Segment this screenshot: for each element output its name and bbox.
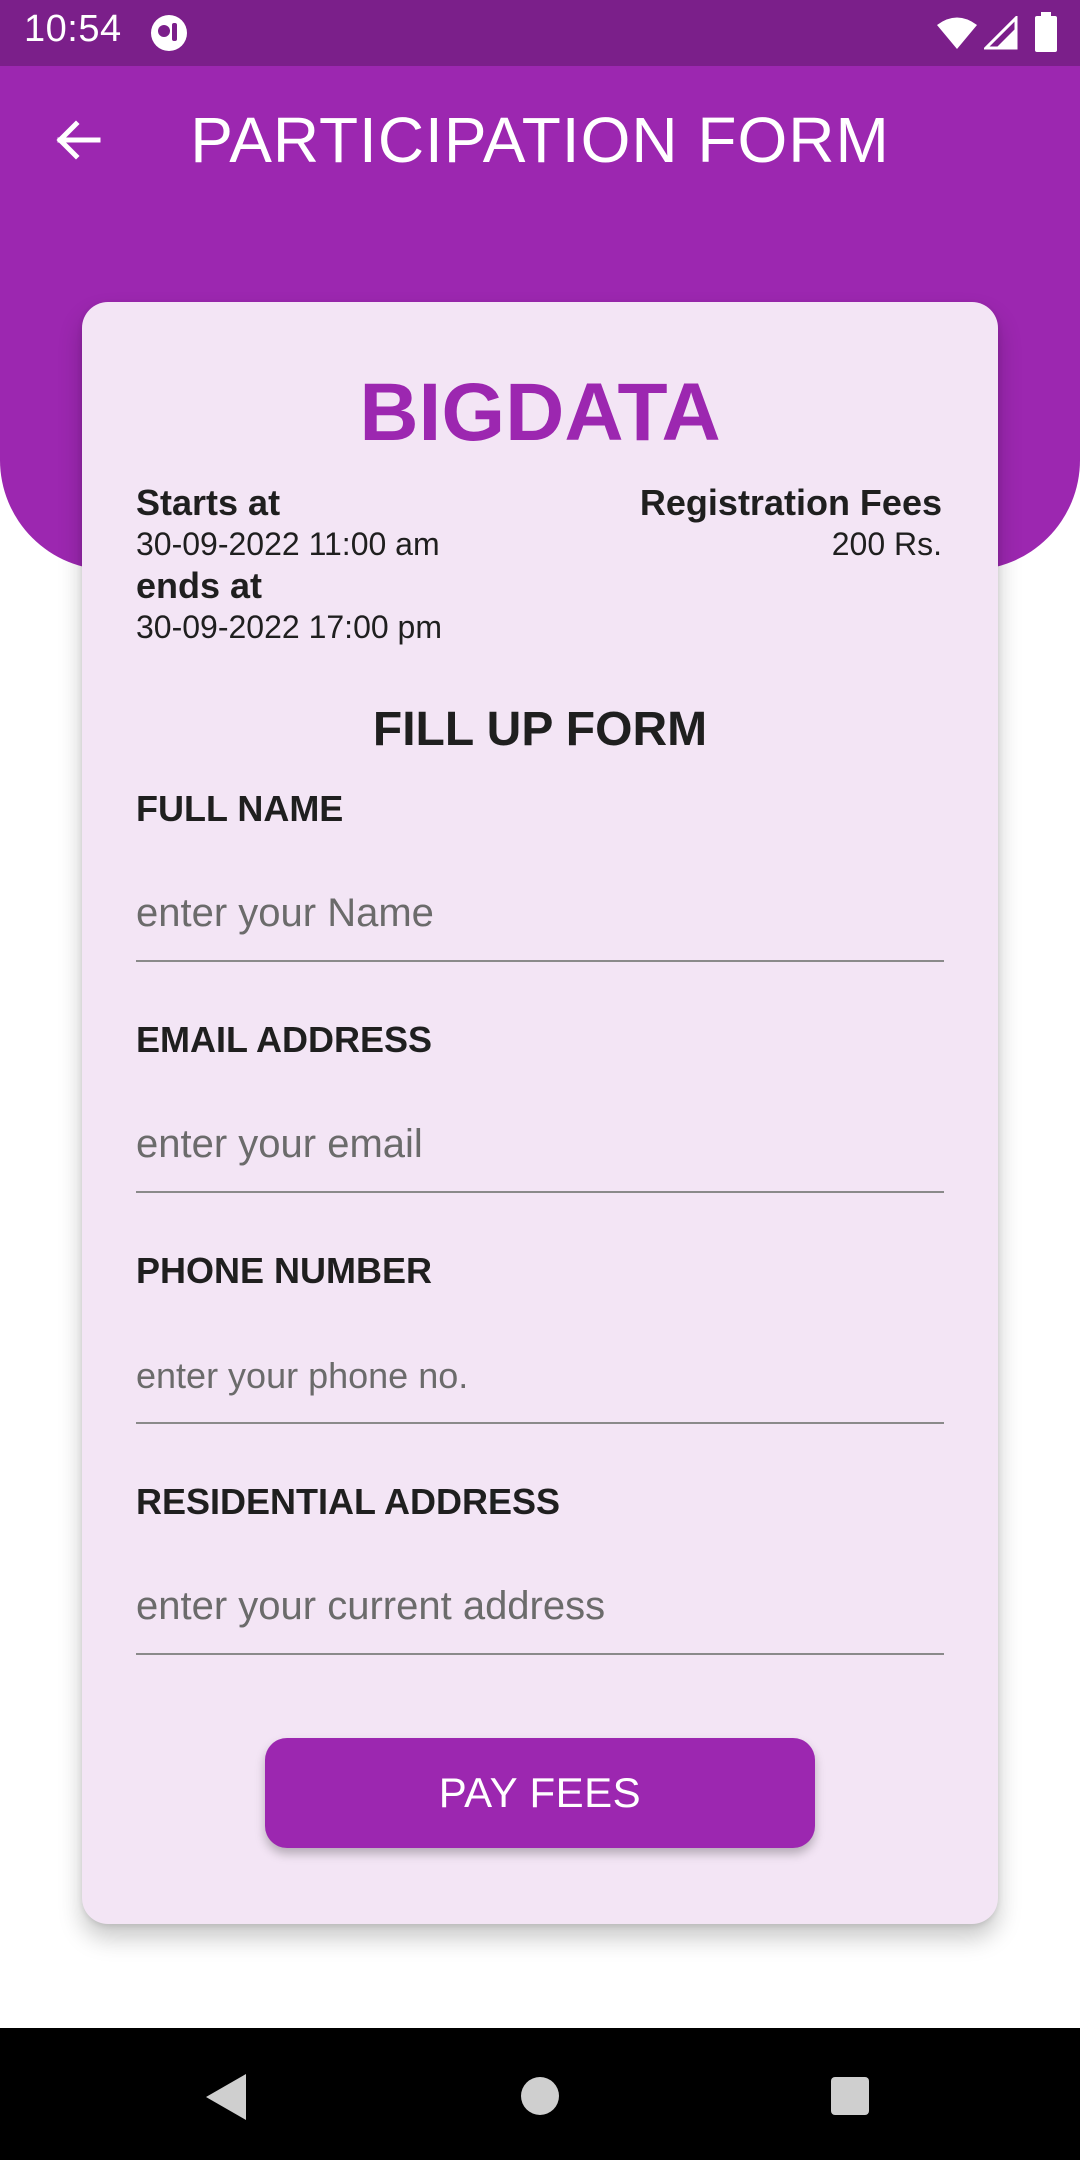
address-input[interactable] xyxy=(136,1559,944,1655)
ends-label: ends at xyxy=(136,565,263,606)
signal-icon xyxy=(984,16,1018,50)
fees-value: 200 Rs. xyxy=(831,526,942,562)
event-name: BIGDATA xyxy=(359,367,721,458)
page-title: PARTICIPATION FORM xyxy=(190,104,890,176)
navigation-bar xyxy=(0,2028,1080,2160)
email-input[interactable] xyxy=(136,1097,944,1193)
participation-form-screen: 10:54 PARTICIPATION FORM BIGDATA Starts … xyxy=(0,0,1080,2160)
nav-home-icon[interactable] xyxy=(520,2076,560,2116)
ends-value: 30-09-2022 17:00 pm xyxy=(136,609,442,645)
nav-recents-icon[interactable] xyxy=(830,2076,870,2116)
fees-label: Registration Fees xyxy=(639,482,942,523)
starts-value: 30-09-2022 11:00 am xyxy=(136,526,440,562)
wifi-icon xyxy=(937,17,977,49)
phone-number-label: PHONE NUMBER xyxy=(136,1250,433,1291)
full-name-label: FULL NAME xyxy=(136,788,344,829)
pay-fees-button[interactable]: PAY FEES xyxy=(265,1738,815,1848)
event-card: BIGDATA Starts at 30-09-2022 11:00 am en… xyxy=(82,302,998,1924)
residential-address-label: RESIDENTIAL ADDRESS xyxy=(136,1481,561,1522)
nav-back-icon[interactable] xyxy=(204,2072,248,2122)
app-notification-icon xyxy=(151,15,187,51)
status-bar: 10:54 xyxy=(0,0,1080,66)
status-time: 10:54 xyxy=(24,8,122,50)
starts-label: Starts at xyxy=(136,482,281,523)
full-name-input[interactable] xyxy=(136,866,944,962)
phone-input[interactable] xyxy=(136,1328,944,1424)
battery-icon xyxy=(1035,12,1057,52)
email-address-label: EMAIL ADDRESS xyxy=(136,1019,433,1060)
form-heading: FILL UP FORM xyxy=(372,703,708,756)
